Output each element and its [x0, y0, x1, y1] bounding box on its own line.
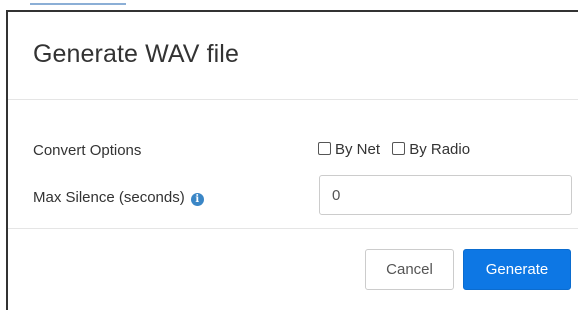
- by-net-label: By Net: [335, 141, 381, 158]
- background-link: [30, 0, 126, 5]
- by-radio-label: By Radio: [409, 141, 471, 158]
- generate-wav-modal: Generate WAV file Convert Options By Net…: [6, 10, 578, 310]
- by-net-checkbox[interactable]: [318, 142, 331, 155]
- modal-title: Generate WAV file: [33, 40, 239, 68]
- max-silence-label: Max Silence (seconds): [33, 189, 185, 206]
- convert-options-group: By Net By Radio: [318, 141, 478, 158]
- modal-header: Generate WAV file: [8, 12, 578, 100]
- info-icon[interactable]: i: [190, 193, 204, 206]
- modal-footer: Cancel Generate: [8, 228, 578, 312]
- by-net-option[interactable]: By Net: [318, 141, 380, 158]
- generate-button[interactable]: Generate: [463, 249, 571, 290]
- by-radio-option[interactable]: By Radio: [392, 141, 470, 158]
- max-silence-input[interactable]: [319, 175, 572, 215]
- cancel-button[interactable]: Cancel: [365, 249, 454, 290]
- max-silence-label-group: Max Silence (seconds) i: [33, 189, 204, 206]
- by-radio-checkbox[interactable]: [392, 142, 406, 155]
- convert-options-label: Convert Options: [33, 142, 142, 159]
- modal-body: Convert Options By Net By Radio Max Sile…: [8, 100, 578, 228]
